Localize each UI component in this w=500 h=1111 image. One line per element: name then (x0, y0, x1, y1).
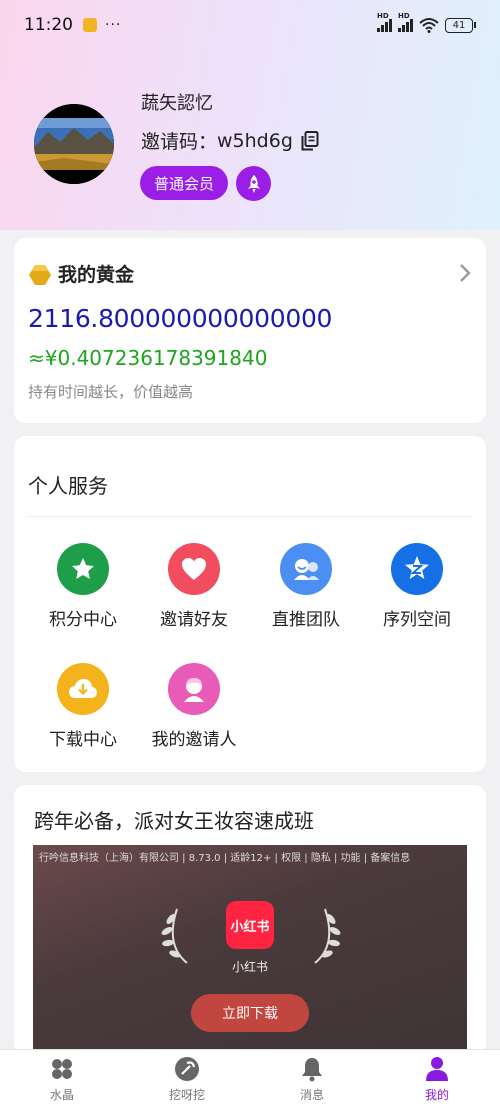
service-sequence-space[interactable]: 序列空间 (361, 543, 473, 630)
service-label: 积分中心 (49, 610, 117, 630)
member-level-badge[interactable]: 普通会员 (140, 166, 229, 200)
ad-media[interactable]: 行吟信息科技（上海）有限公司 | 8.73.0 | 适龄12+ | 权限 | 隐… (33, 845, 467, 1055)
gold-hint: 持有时间越长，价值越高 (28, 383, 194, 401)
divider (28, 516, 472, 517)
service-label: 下载中心 (49, 730, 117, 750)
services-title: 个人服务 (28, 474, 108, 498)
tab-label: 我的 (424, 1088, 449, 1102)
username: 蔬矢認忆 (141, 93, 213, 114)
tab-dig[interactable]: 挖呀挖 (147, 1056, 227, 1103)
invite-code-label: 邀请码： (141, 131, 218, 153)
service-points-center[interactable]: 积分中心 (27, 543, 139, 630)
wifi-icon (419, 18, 439, 33)
personal-services-card: 个人服务 积分中心 邀请好友 直推团队 序列空间 下载中心 我的邀请人 (14, 436, 486, 772)
ad-title: 跨年必备，派对女王妆容速成班 (34, 809, 314, 833)
service-my-inviter[interactable]: 我的邀请人 (138, 663, 250, 750)
heart-icon (168, 543, 220, 595)
tab-mine[interactable]: 我的 (397, 1056, 477, 1103)
invite-code-row: 邀请码： w5hd6g (141, 127, 319, 154)
team-icon (280, 543, 332, 595)
ad-download-button[interactable]: 立即下载 (191, 994, 309, 1032)
service-download-center[interactable]: 下载中心 (27, 663, 139, 750)
tab-label: 消息 (299, 1088, 324, 1102)
bottom-tab-bar: 水晶 挖呀挖 消息 我的 (0, 1049, 500, 1111)
laurel-left-icon (161, 908, 188, 964)
star-icon (57, 543, 109, 595)
battery-level: 41 (452, 19, 466, 31)
battery-icon: 41 (445, 17, 476, 33)
crystal-icon (49, 1056, 75, 1082)
gold-nugget-icon (29, 265, 51, 285)
bell-icon (299, 1056, 325, 1082)
tab-label: 水晶 (49, 1088, 74, 1102)
service-invite-friends[interactable]: 邀请好友 (138, 543, 250, 630)
status-indicators: HD HD 41 (377, 12, 476, 33)
ad-app-name: 小红书 (231, 960, 268, 974)
gold-amount: 2116.800000000000000 (28, 304, 333, 333)
copy-icon[interactable] (301, 130, 319, 151)
ad-publisher-info[interactable]: 行吟信息科技（上海）有限公司 | 8.73.0 | 适龄12+ | 权限 | 隐… (39, 849, 410, 864)
rocket-icon (247, 174, 260, 193)
rocket-upgrade-button[interactable] (236, 166, 271, 201)
notification-icon (83, 18, 97, 32)
tab-messages[interactable]: 消息 (272, 1056, 352, 1103)
avatar-image (34, 104, 114, 184)
signal-icon: HD (377, 12, 392, 32)
gold-title: 我的黄金 (58, 264, 135, 286)
xiaohongshu-logo: 小红书 (226, 901, 274, 949)
dig-icon (174, 1056, 200, 1082)
ad-card[interactable]: 跨年必备，派对女王妆容速成班 行吟信息科技（上海）有限公司 | 8.73.0 |… (14, 785, 486, 1055)
service-label: 直推团队 (272, 610, 340, 630)
more-notifications-icon: ··· (105, 17, 122, 33)
tab-crystal[interactable]: 水晶 (22, 1056, 102, 1103)
signal-icon: HD (398, 12, 413, 32)
my-gold-card[interactable]: 我的黄金 2116.800000000000000 ≈¥0.4072361783… (14, 238, 486, 423)
sequence-icon (391, 543, 443, 595)
user-icon (424, 1056, 450, 1082)
download-icon (57, 663, 109, 715)
service-direct-team[interactable]: 直推团队 (250, 543, 362, 630)
chevron-right-icon[interactable] (458, 262, 472, 284)
invite-code-value: w5hd6g (217, 129, 293, 152)
status-bar: 11:20 ··· HD HD 41 (0, 0, 500, 50)
gold-cny-value: ≈¥0.407236178391840 (28, 346, 268, 370)
service-label: 邀请好友 (160, 610, 228, 630)
service-label: 我的邀请人 (151, 730, 237, 750)
laurel-right-icon (314, 908, 341, 964)
tab-label: 挖呀挖 (168, 1088, 205, 1102)
status-time: 11:20 (24, 15, 73, 35)
avatar[interactable] (34, 104, 114, 184)
service-label: 序列空间 (383, 610, 451, 630)
inviter-icon (168, 663, 220, 715)
